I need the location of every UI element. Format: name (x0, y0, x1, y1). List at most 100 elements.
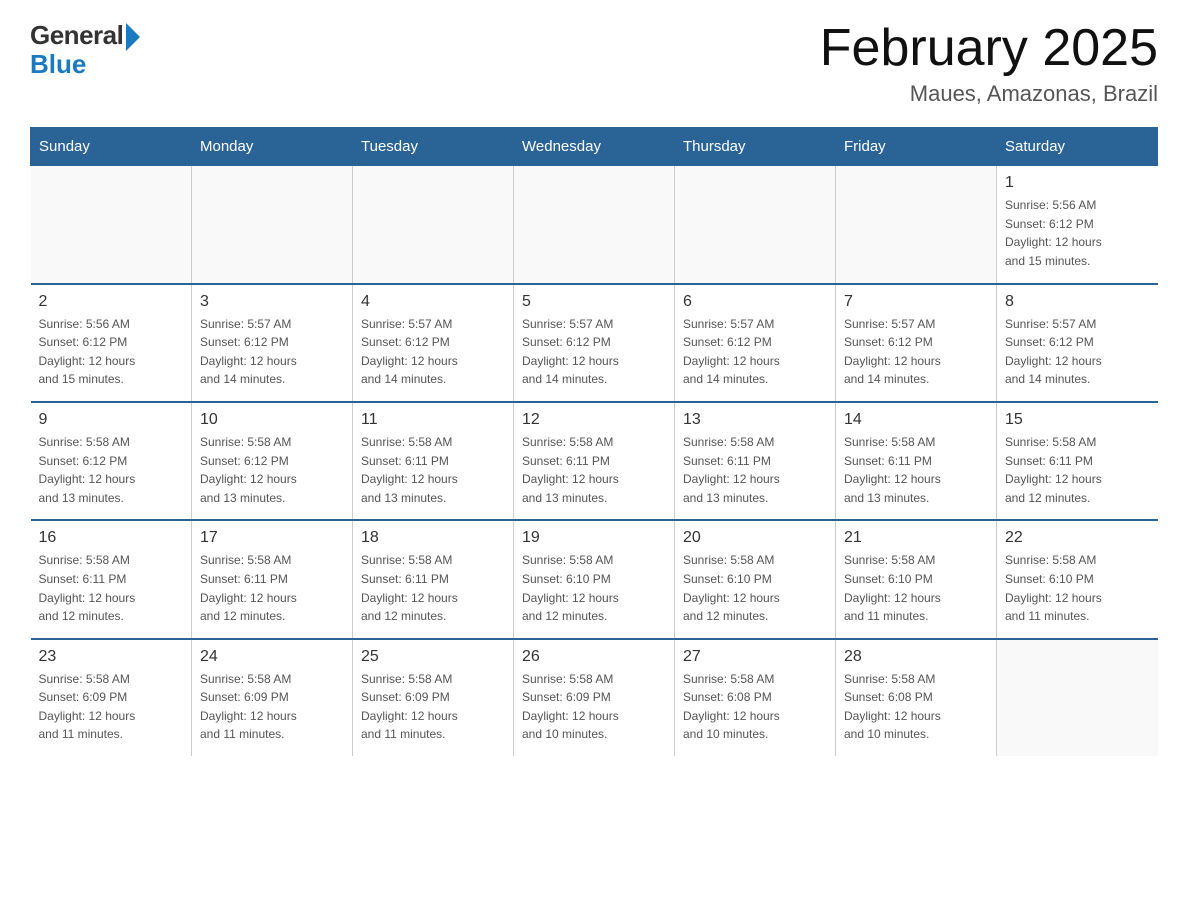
day-of-week-header: Thursday (675, 128, 836, 166)
day-info: Sunrise: 5:58 AMSunset: 6:12 PMDaylight:… (39, 433, 184, 507)
calendar-week-row: 2Sunrise: 5:56 AMSunset: 6:12 PMDaylight… (31, 284, 1158, 402)
calendar-table: SundayMondayTuesdayWednesdayThursdayFrid… (30, 127, 1158, 756)
day-info: Sunrise: 5:58 AMSunset: 6:10 PMDaylight:… (683, 551, 827, 625)
day-info: Sunrise: 5:58 AMSunset: 6:11 PMDaylight:… (361, 551, 505, 625)
day-number: 8 (1005, 293, 1150, 311)
calendar-cell: 18 Sunrise: 5:58 AMSunset: 6:11 PMDayligh… (353, 520, 514, 638)
day-info: Sunrise: 5:58 AMSunset: 6:09 PMDaylight:… (39, 670, 184, 744)
day-info: Sunrise: 5:58 AMSunset: 6:09 PMDaylight:… (361, 670, 505, 744)
location-title: Maues, Amazonas, Brazil (820, 81, 1158, 107)
calendar-cell: 4 Sunrise: 5:57 AMSunset: 6:12 PMDaylight… (353, 284, 514, 402)
day-info: Sunrise: 5:58 AMSunset: 6:09 PMDaylight:… (522, 670, 666, 744)
calendar-cell: 11 Sunrise: 5:58 AMSunset: 6:11 PMDayligh… (353, 402, 514, 520)
day-number: 2 (39, 293, 184, 311)
day-number: 20 (683, 529, 827, 547)
day-info: Sunrise: 5:57 AMSunset: 6:12 PMDaylight:… (844, 315, 988, 389)
day-number: 7 (844, 293, 988, 311)
day-number: 9 (39, 411, 184, 429)
day-number: 16 (39, 529, 184, 547)
day-number: 13 (683, 411, 827, 429)
day-number: 11 (361, 411, 505, 429)
calendar-cell: 1 Sunrise: 5:56 AMSunset: 6:12 PMDaylight… (997, 166, 1158, 284)
day-info: Sunrise: 5:58 AMSunset: 6:11 PMDaylight:… (844, 433, 988, 507)
logo-general-text: General (30, 20, 123, 51)
day-number: 15 (1005, 411, 1150, 429)
day-number: 27 (683, 648, 827, 666)
calendar-cell: 15 Sunrise: 5:58 AMSunset: 6:11 PMDayligh… (997, 402, 1158, 520)
calendar-week-row: 1 Sunrise: 5:56 AMSunset: 6:12 PMDaylight… (31, 166, 1158, 284)
logo-blue-text: Blue (30, 49, 86, 80)
day-number: 4 (361, 293, 505, 311)
day-of-week-header: Sunday (31, 128, 192, 166)
day-of-week-header: Saturday (997, 128, 1158, 166)
calendar-cell (31, 166, 192, 284)
calendar-cell: 28 Sunrise: 5:58 AMSunset: 6:08 PMDayligh… (836, 639, 997, 756)
calendar-cell (192, 166, 353, 284)
logo-arrow-icon (126, 23, 140, 51)
day-info: Sunrise: 5:56 AMSunset: 6:12 PMDaylight:… (1005, 196, 1150, 270)
day-info: Sunrise: 5:58 AMSunset: 6:11 PMDaylight:… (683, 433, 827, 507)
day-of-week-header: Tuesday (353, 128, 514, 166)
day-number: 28 (844, 648, 988, 666)
calendar-cell: 14 Sunrise: 5:58 AMSunset: 6:11 PMDayligh… (836, 402, 997, 520)
calendar-cell (353, 166, 514, 284)
calendar-week-row: 9 Sunrise: 5:58 AMSunset: 6:12 PMDaylight… (31, 402, 1158, 520)
day-number: 19 (522, 529, 666, 547)
month-title: February 2025 (820, 20, 1158, 77)
calendar-week-row: 16 Sunrise: 5:58 AMSunset: 6:11 PMDayligh… (31, 520, 1158, 638)
day-number: 3 (200, 293, 344, 311)
calendar-cell: 16Sunrise: 5:58 AMSunset: 6:11 PMDayligh… (31, 520, 192, 638)
day-number: 1 (1005, 174, 1150, 192)
day-number: 12 (522, 411, 666, 429)
calendar-cell: 20 Sunrise: 5:58 AMSunset: 6:10 PMDayligh… (675, 520, 836, 638)
day-info: Sunrise: 5:57 AMSunset: 6:12 PMDaylight:… (361, 315, 505, 389)
day-info: Sunrise: 5:58 AMSunset: 6:11 PMDaylight:… (361, 433, 505, 507)
calendar-cell (675, 166, 836, 284)
day-number: 18 (361, 529, 505, 547)
day-number: 6 (683, 293, 827, 311)
calendar-cell: 12 Sunrise: 5:58 AMSunset: 6:11 PMDayligh… (514, 402, 675, 520)
calendar-cell: 7 Sunrise: 5:57 AMSunset: 6:12 PMDaylight… (836, 284, 997, 402)
day-number: 21 (844, 529, 988, 547)
header-row: SundayMondayTuesdayWednesdayThursdayFrid… (31, 128, 1158, 166)
day-info: Sunrise: 5:57 AMSunset: 6:12 PMDaylight:… (683, 315, 827, 389)
day-info: Sunrise: 5:57 AMSunset: 6:12 PMDaylight:… (1005, 315, 1150, 389)
calendar-cell: 26 Sunrise: 5:58 AMSunset: 6:09 PMDayligh… (514, 639, 675, 756)
day-number: 5 (522, 293, 666, 311)
day-info: Sunrise: 5:58 AMSunset: 6:11 PMDaylight:… (200, 551, 344, 625)
calendar-cell: 19 Sunrise: 5:58 AMSunset: 6:10 PMDayligh… (514, 520, 675, 638)
logo: General Blue (30, 20, 140, 80)
calendar-cell: 10 Sunrise: 5:58 AMSunset: 6:12 PMDayligh… (192, 402, 353, 520)
day-number: 25 (361, 648, 505, 666)
day-info: Sunrise: 5:58 AMSunset: 6:10 PMDaylight:… (522, 551, 666, 625)
day-of-week-header: Wednesday (514, 128, 675, 166)
day-number: 23 (39, 648, 184, 666)
day-number: 10 (200, 411, 344, 429)
calendar-cell: 8 Sunrise: 5:57 AMSunset: 6:12 PMDaylight… (997, 284, 1158, 402)
day-info: Sunrise: 5:58 AMSunset: 6:10 PMDaylight:… (844, 551, 988, 625)
calendar-cell: 9 Sunrise: 5:58 AMSunset: 6:12 PMDaylight… (31, 402, 192, 520)
calendar-cell: 2Sunrise: 5:56 AMSunset: 6:12 PMDaylight… (31, 284, 192, 402)
calendar-cell: 23 Sunrise: 5:58 AMSunset: 6:09 PMDayligh… (31, 639, 192, 756)
day-number: 24 (200, 648, 344, 666)
day-number: 22 (1005, 529, 1150, 547)
calendar-cell: 6 Sunrise: 5:57 AMSunset: 6:12 PMDaylight… (675, 284, 836, 402)
calendar-cell: 25 Sunrise: 5:58 AMSunset: 6:09 PMDayligh… (353, 639, 514, 756)
calendar-cell: 3Sunrise: 5:57 AMSunset: 6:12 PMDaylight… (192, 284, 353, 402)
day-of-week-header: Monday (192, 128, 353, 166)
calendar-cell (836, 166, 997, 284)
calendar-cell: 5 Sunrise: 5:57 AMSunset: 6:12 PMDaylight… (514, 284, 675, 402)
calendar-cell: 27Sunrise: 5:58 AMSunset: 6:08 PMDayligh… (675, 639, 836, 756)
day-info: Sunrise: 5:58 AMSunset: 6:11 PMDaylight:… (1005, 433, 1150, 507)
day-info: Sunrise: 5:58 AMSunset: 6:08 PMDaylight:… (844, 670, 988, 744)
day-number: 26 (522, 648, 666, 666)
day-info: Sunrise: 5:58 AMSunset: 6:11 PMDaylight:… (522, 433, 666, 507)
day-info: Sunrise: 5:57 AMSunset: 6:12 PMDaylight:… (522, 315, 666, 389)
calendar-cell (997, 639, 1158, 756)
day-info: Sunrise: 5:58 AMSunset: 6:12 PMDaylight:… (200, 433, 344, 507)
day-info: Sunrise: 5:58 AMSunset: 6:10 PMDaylight:… (1005, 551, 1150, 625)
calendar-cell (514, 166, 675, 284)
day-number: 14 (844, 411, 988, 429)
title-block: February 2025 Maues, Amazonas, Brazil (820, 20, 1158, 107)
calendar-cell: 13 Sunrise: 5:58 AMSunset: 6:11 PMDayligh… (675, 402, 836, 520)
